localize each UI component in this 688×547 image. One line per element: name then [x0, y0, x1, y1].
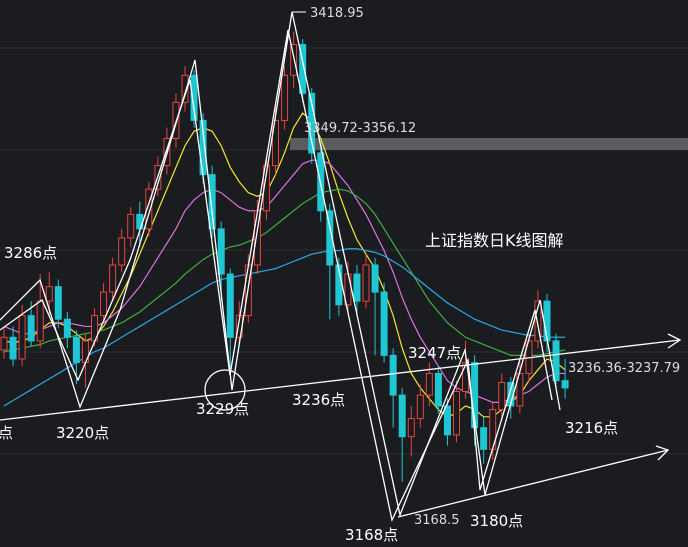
candle-body-up [425, 372, 433, 396]
candle [434, 366, 442, 414]
candle-body-up [36, 300, 44, 342]
moving-average-line [3, 248, 566, 407]
candle [127, 207, 135, 247]
candle [407, 405, 415, 457]
candle-body-up [281, 74, 289, 121]
candle-body-up [100, 291, 108, 317]
candle-body-down [389, 354, 397, 396]
candle-body-up [407, 418, 415, 438]
candle [389, 348, 397, 428]
candle [353, 265, 361, 316]
candle-body-up [18, 315, 26, 360]
label-3220: 3220点 [56, 424, 109, 442]
kline-chart: 3418.95 3349.72-3356.12 3236.36-3237.79 … [0, 6, 688, 544]
candle-body-up [45, 286, 53, 302]
chart-title: 上证指数日K线图解 [425, 231, 564, 250]
candle [489, 402, 497, 461]
candle-body-down [136, 213, 144, 230]
label-3180: 3180点 [470, 512, 523, 530]
candle-body-down [561, 380, 569, 389]
candle-body-down [217, 228, 225, 275]
candle [443, 398, 451, 446]
low-price-tag: 3168.5 [414, 513, 460, 528]
resistance-zone-band [290, 138, 688, 150]
candle-body-down [54, 286, 62, 320]
candle-body-down [380, 291, 388, 356]
label-left-edge: 点 [0, 424, 13, 442]
candle-body-down [398, 394, 406, 438]
candle [398, 387, 406, 482]
candle-body-down [226, 273, 234, 338]
candle [118, 228, 126, 273]
candle [290, 31, 298, 88]
label-3168: 3168点 [345, 526, 398, 544]
candle-body-down [72, 336, 80, 364]
candle-body-up [416, 394, 424, 420]
resistance-zone-tag: 3349.72-3356.12 [304, 121, 416, 136]
label-3216: 3216点 [565, 419, 618, 437]
candle-body-up [109, 264, 117, 293]
candle-body-down [353, 273, 361, 302]
candle-body-down [443, 405, 451, 436]
candle [362, 254, 370, 309]
candle [63, 311, 71, 349]
moving-average-line [3, 159, 566, 403]
candle-body-down [208, 174, 216, 230]
candle [54, 279, 62, 329]
candle [371, 257, 379, 356]
candle-body-down [9, 336, 17, 360]
support-zone-tag: 3236.36-3237.79 [568, 361, 680, 376]
moving-averages [3, 112, 566, 418]
candle-body-up [0, 336, 8, 351]
candle [335, 257, 343, 316]
candle [543, 293, 551, 352]
candle [0, 328, 8, 359]
candle-body-down [27, 315, 35, 342]
label-3286: 3286点 [4, 244, 57, 262]
candle [9, 326, 17, 367]
high-price-tag: 3418.95 [310, 6, 364, 21]
candle-body-up [498, 381, 506, 411]
candle [380, 283, 388, 363]
candles [0, 31, 569, 482]
candle-body-down [434, 372, 442, 407]
candle-body-up [127, 213, 135, 239]
candle-body-up [362, 264, 370, 302]
candle-body-up [118, 237, 126, 266]
candle-body-up [453, 391, 460, 436]
candle-body-down [371, 264, 379, 293]
zigzag-lower [0, 29, 553, 523]
label-3236: 3236点 [292, 391, 345, 409]
label-3229: 3229点 [196, 400, 249, 418]
candle [480, 416, 488, 464]
lower-trendline [397, 449, 669, 518]
candle-body-down [63, 318, 71, 338]
candle-body-down [480, 427, 488, 450]
moving-average-line [3, 188, 566, 356]
candle [326, 203, 334, 320]
candle [81, 333, 89, 388]
label-3247: 3247点 [408, 344, 461, 362]
